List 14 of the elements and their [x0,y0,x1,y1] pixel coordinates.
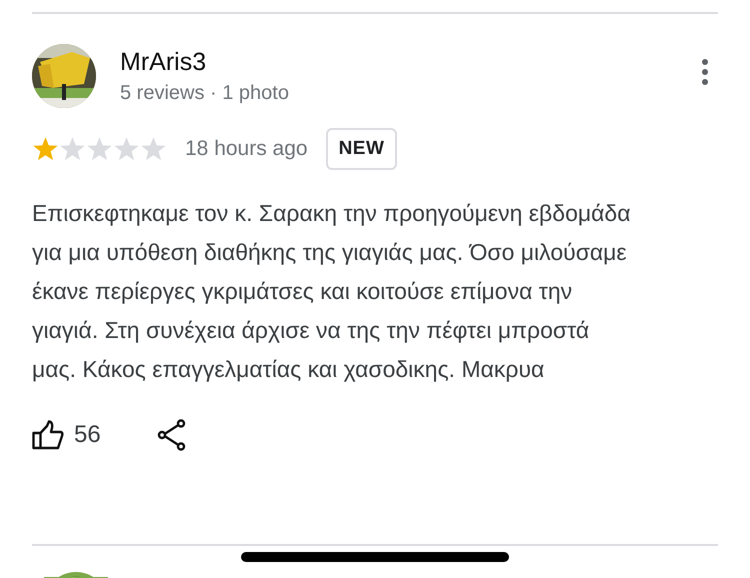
thumbs-up-icon [32,420,64,450]
share-icon[interactable] [156,419,187,451]
star-icon [59,136,86,162]
like-button[interactable]: 56 [32,417,101,453]
review-time: 18 hours ago [185,136,308,162]
star-icon [32,136,59,162]
author-name[interactable]: MrAris3 [120,46,206,78]
star-icon [140,136,167,162]
star-icon [113,136,140,162]
new-badge: NEW [326,128,398,170]
more-options-icon[interactable] [700,58,710,86]
star-icon [86,136,113,162]
review-count: 5 reviews · 1 photo [120,81,289,106]
review-text: Επισκεφτηκαμε τον κ. Σαρακη την προηγούμενη εβδομάδα για μια υπόθεση διαθήκης της γιαγιάς μας. Όσο μιλούσαμε έκανε περίεργες γκριμάτσες και κοιτούσε επίμονα την γιαγιά. Στη συνέχεια άρχισε να της την πέφτει μπροστά μας. Κάκος επαγγελματίας και χασοδικης. Μακρυα [32,199,632,384]
